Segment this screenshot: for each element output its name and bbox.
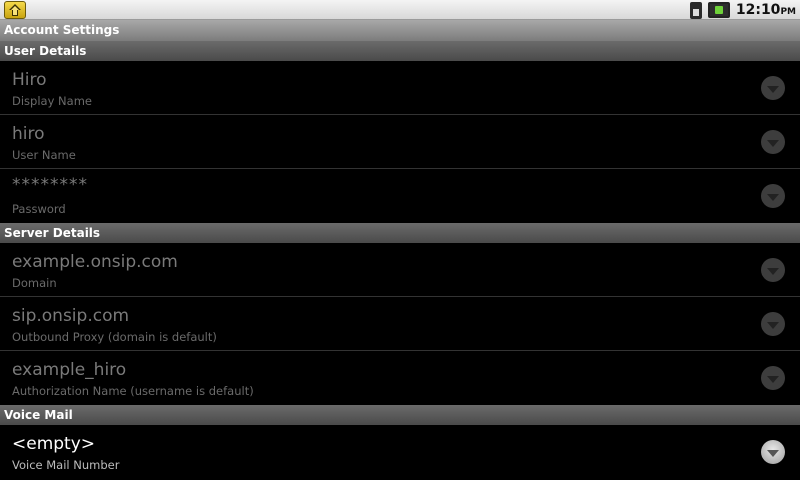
chevron-down-icon[interactable]	[761, 440, 785, 464]
chevron-down-icon[interactable]	[761, 76, 785, 100]
clock-ampm: PM	[780, 7, 796, 17]
status-bar: 12:10PM	[0, 0, 800, 20]
chevron-down-icon[interactable]	[761, 184, 785, 208]
pref-title: ********	[12, 175, 88, 195]
pref-summary: Display Name	[12, 94, 92, 108]
sim-card-icon	[689, 1, 702, 19]
pref-authorization-name[interactable]: example_hiro Authorization Name (usernam…	[0, 351, 800, 405]
section-header-user-details: User Details	[0, 41, 800, 61]
pref-summary: Authorization Name (username is default)	[12, 384, 254, 398]
pref-title: <empty>	[12, 434, 96, 454]
chevron-down-icon[interactable]	[761, 130, 785, 154]
pref-title: Hiro	[12, 70, 47, 90]
pref-summary: Outbound Proxy (domain is default)	[12, 330, 217, 344]
clock: 12:10PM	[736, 2, 796, 18]
pref-title: sip.onsip.com	[12, 306, 130, 326]
pref-summary: Password	[12, 202, 66, 216]
section-header-voice-mail: Voice Mail	[0, 405, 800, 425]
pref-voice-mail-number[interactable]: <empty> Voice Mail Number	[0, 425, 800, 479]
chevron-down-icon[interactable]	[761, 312, 785, 336]
status-indicators: 12:10PM	[689, 0, 796, 20]
pref-domain[interactable]: example.onsip.com Domain	[0, 243, 800, 297]
section-header-server-details: Server Details	[0, 223, 800, 243]
pref-summary: User Name	[12, 148, 76, 162]
pref-summary: Domain	[12, 276, 57, 290]
pref-password[interactable]: ******** Password	[0, 169, 800, 223]
pref-title: hiro	[12, 124, 45, 144]
window-title: Account Settings	[0, 20, 800, 41]
chevron-down-icon[interactable]	[761, 258, 785, 282]
pref-title: example.onsip.com	[12, 252, 178, 272]
clock-time: 12:10	[735, 2, 781, 18]
app-notification-icon[interactable]	[4, 1, 26, 19]
pref-outbound-proxy[interactable]: sip.onsip.com Outbound Proxy (domain is …	[0, 297, 800, 351]
pref-summary: Voice Mail Number	[12, 458, 120, 472]
pref-display-name[interactable]: Hiro Display Name	[0, 61, 800, 115]
pref-title: example_hiro	[12, 360, 127, 380]
pref-user-name[interactable]: hiro User Name	[0, 115, 800, 169]
chevron-down-icon[interactable]	[761, 366, 785, 390]
battery-icon	[707, 2, 730, 18]
